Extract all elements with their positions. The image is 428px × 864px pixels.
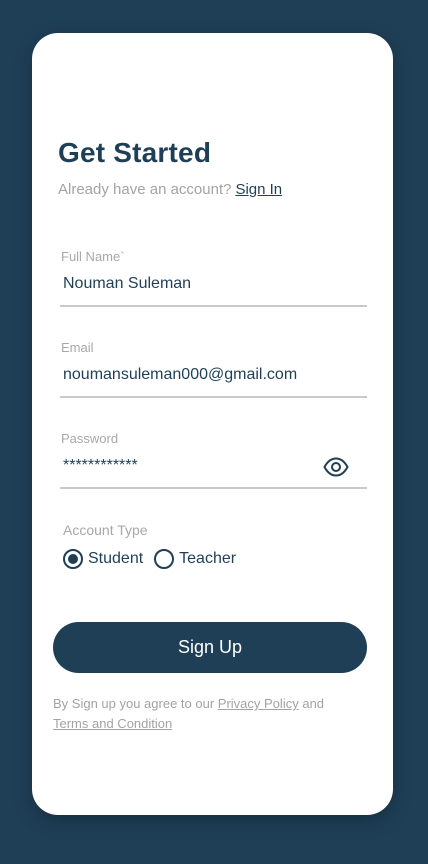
terms-and: and <box>302 696 325 711</box>
terms-prefix: By Sign up you agree to our <box>53 696 215 711</box>
email-field: Email <box>60 340 367 398</box>
signin-prompt: Already have an account? Sign In <box>58 181 282 198</box>
full-name-input[interactable] <box>63 271 313 297</box>
radio-option-teacher[interactable]: Teacher <box>154 549 236 569</box>
signup-card: Get Started Already have an account? Sign… <box>32 33 393 815</box>
email-label: Email <box>61 340 94 355</box>
signin-prompt-text: Already have an account? <box>58 181 232 198</box>
radio-unselected-icon[interactable] <box>154 549 175 569</box>
password-field: Password <box>60 431 367 489</box>
password-input[interactable] <box>63 453 313 479</box>
radio-label-teacher: Teacher <box>179 550 237 567</box>
radio-label-student: Student <box>88 550 144 567</box>
full-name-field: Full Name` <box>60 249 367 307</box>
terms-condition-link[interactable]: Terms and Condition <box>53 716 172 731</box>
terms-text: By Sign up you agree to our Privacy Poli… <box>53 694 353 734</box>
radio-option-student[interactable]: Student <box>63 549 143 569</box>
account-type-group: Student Teacher <box>63 549 247 569</box>
full-name-label: Full Name` <box>61 249 125 264</box>
privacy-policy-link[interactable]: Privacy Policy <box>218 696 299 711</box>
signup-button[interactable]: Sign Up <box>53 622 367 673</box>
account-type-label: Account Type <box>63 522 148 538</box>
signin-link[interactable]: Sign In <box>235 181 282 198</box>
radio-selected-icon[interactable] <box>63 549 83 569</box>
page-title: Get Started <box>58 137 212 168</box>
email-input[interactable] <box>63 362 313 388</box>
eye-icon[interactable] <box>323 457 349 477</box>
password-label: Password <box>61 431 119 446</box>
